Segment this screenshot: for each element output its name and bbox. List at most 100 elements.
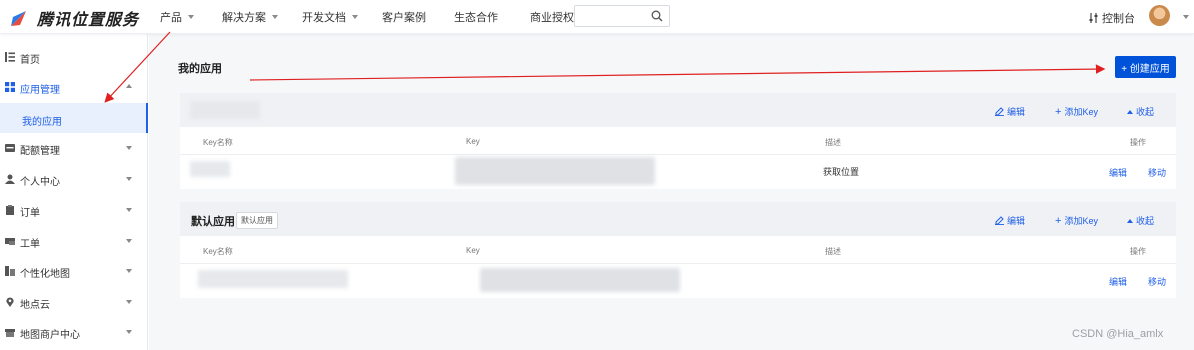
collapse-button[interactable]: 收起 xyxy=(1127,214,1154,227)
column-header-operations: 操作 xyxy=(1130,138,1146,147)
move-key-link[interactable]: 移动 xyxy=(1148,275,1166,288)
nav-item-cases[interactable]: 客户案例 xyxy=(382,9,426,25)
divider xyxy=(180,154,1176,155)
sidebar-item-home[interactable]: 首页 xyxy=(0,42,148,72)
logo[interactable]: 腾讯位置服务 xyxy=(9,6,139,30)
redacted-key-name xyxy=(198,270,348,288)
console-link[interactable]: 控制台 xyxy=(1089,10,1135,26)
collapse-label: 收起 xyxy=(1136,216,1155,226)
caret-down-icon xyxy=(188,15,194,19)
sidebar-item-label: 个性化地图 xyxy=(20,269,70,280)
sidebar-item-merchant-center[interactable]: 地图商户中心 xyxy=(0,317,148,347)
nav-item-label: 解决方案 xyxy=(222,12,266,24)
column-header-description: 描述 xyxy=(825,138,841,147)
caret-down-icon xyxy=(352,15,358,19)
nav-item-label: 开发文档 xyxy=(302,12,346,24)
caret-down-icon xyxy=(272,15,278,19)
app-card-header: 编辑 + 添加Key 收起 xyxy=(180,93,1176,127)
settings-sliders-icon xyxy=(1089,13,1098,23)
redacted-key xyxy=(480,268,680,292)
edit-key-link[interactable]: 编辑 xyxy=(1109,275,1127,288)
nav-item-licensing[interactable]: 商业授权 xyxy=(530,9,574,25)
sidebar-item-label: 个人中心 xyxy=(20,177,60,188)
sidebar-item-quota[interactable]: 配额管理 xyxy=(0,133,148,163)
add-key-label: 添加Key xyxy=(1064,107,1098,117)
sidebar-item-label: 工单 xyxy=(20,239,40,250)
person-icon xyxy=(5,174,15,184)
caret-down-icon xyxy=(126,208,132,212)
main-nav: 产品 解决方案 开发文档 客户案例 生态合作 商业授权 xyxy=(160,0,598,34)
caret-down-icon xyxy=(126,177,132,181)
default-app-tag: 默认应用 xyxy=(236,212,278,229)
search-input[interactable] xyxy=(579,8,649,24)
sidebar-item-custom-map[interactable]: 个性化地图 xyxy=(0,256,148,286)
nav-item-label: 产品 xyxy=(160,12,182,24)
nav-item-products[interactable]: 产品 xyxy=(160,9,194,25)
sidebar-item-place-cloud[interactable]: 地点云 xyxy=(0,287,148,317)
edit-key-link[interactable]: 编辑 xyxy=(1109,166,1127,179)
sidebar-item-label: 地点云 xyxy=(20,300,50,311)
plus-icon: + xyxy=(1055,105,1062,118)
app-card: 编辑 + 添加Key 收起 Key名称 Key 描述 操作 获取位置 编辑 移动 xyxy=(180,93,1176,189)
create-app-button[interactable]: + 创建应用 xyxy=(1115,56,1176,78)
grid-icon xyxy=(5,82,15,92)
edit-app-button[interactable]: 编辑 xyxy=(995,214,1025,227)
sidebar-item-app-management[interactable]: 应用管理 xyxy=(0,72,148,102)
search-icon[interactable] xyxy=(651,10,663,22)
edit-label: 编辑 xyxy=(1007,107,1026,117)
edit-label: 编辑 xyxy=(1007,216,1026,226)
column-header-key: Key xyxy=(466,246,480,255)
sidebar-item-label: 首页 xyxy=(20,55,40,66)
column-header-operations: 操作 xyxy=(1130,247,1146,256)
caret-up-icon xyxy=(126,84,132,88)
sidebar-subitem-label: 我的应用 xyxy=(22,117,62,128)
nav-item-solutions[interactable]: 解决方案 xyxy=(222,9,278,25)
watermark: CSDN @Hia_amlx xyxy=(1072,328,1164,340)
nav-item-ecosystem[interactable]: 生态合作 xyxy=(454,9,498,25)
search-box[interactable] xyxy=(574,5,670,27)
plus-icon: + xyxy=(1055,214,1062,227)
pencil-icon xyxy=(995,216,1004,225)
console-label: 控制台 xyxy=(1102,13,1135,25)
app-title: 默认应用 xyxy=(191,216,235,228)
caret-down-icon xyxy=(126,239,132,243)
sidebar-item-orders[interactable]: 订单 xyxy=(0,195,148,225)
collapse-button[interactable]: 收起 xyxy=(1127,105,1154,118)
top-navigation-bar: 腾讯位置服务 产品 解决方案 开发文档 客户案例 生态合作 商业授权 控制台 xyxy=(0,0,1194,34)
location-pin-icon xyxy=(6,297,14,307)
list-icon xyxy=(5,52,15,62)
sidebar-subitem-my-apps[interactable]: 我的应用 xyxy=(0,103,148,133)
sidebar-item-label: 地图商户中心 xyxy=(20,330,80,341)
add-key-button[interactable]: + 添加Key xyxy=(1055,105,1098,118)
caret-up-icon xyxy=(1127,218,1133,223)
nav-item-label: 客户案例 xyxy=(382,12,426,24)
sidebar-item-tickets[interactable]: 工单 xyxy=(0,226,148,256)
main-content: 我的应用 + 创建应用 编辑 + 添加Key 收起 Key名称 Key 描述 操… xyxy=(149,34,1194,350)
pencil-icon xyxy=(995,107,1004,116)
caret-down-icon xyxy=(126,269,132,273)
caret-up-icon xyxy=(1127,109,1133,114)
sidebar-item-label: 应用管理 xyxy=(20,85,60,96)
app-card-header: 默认应用 默认应用 编辑 + 添加Key 收起 xyxy=(180,202,1176,236)
column-header-key-name: Key名称 xyxy=(203,138,233,147)
move-key-link[interactable]: 移动 xyxy=(1148,166,1166,179)
store-icon xyxy=(5,329,15,337)
caret-down-icon[interactable] xyxy=(1183,15,1189,19)
edit-app-button[interactable]: 编辑 xyxy=(995,105,1025,118)
caret-down-icon xyxy=(126,330,132,334)
avatar[interactable] xyxy=(1149,5,1170,26)
logo-text: 腾讯位置服务 xyxy=(37,12,140,29)
caret-down-icon xyxy=(126,300,132,304)
app-card: 默认应用 默认应用 编辑 + 添加Key 收起 Key名称 Key 描述 操作 xyxy=(180,202,1176,298)
column-header-key-name: Key名称 xyxy=(203,247,233,256)
page-title: 我的应用 xyxy=(178,63,222,75)
ticket-icon xyxy=(5,238,15,245)
nav-item-label: 生态合作 xyxy=(454,12,498,24)
nav-item-docs[interactable]: 开发文档 xyxy=(302,9,358,25)
nav-item-label: 商业授权 xyxy=(530,12,574,24)
add-key-button[interactable]: + 添加Key xyxy=(1055,214,1098,227)
logo-icon xyxy=(11,11,26,26)
redacted-key-name xyxy=(190,161,230,177)
sidebar-item-personal[interactable]: 个人中心 xyxy=(0,164,148,194)
key-description: 获取位置 xyxy=(823,167,860,177)
